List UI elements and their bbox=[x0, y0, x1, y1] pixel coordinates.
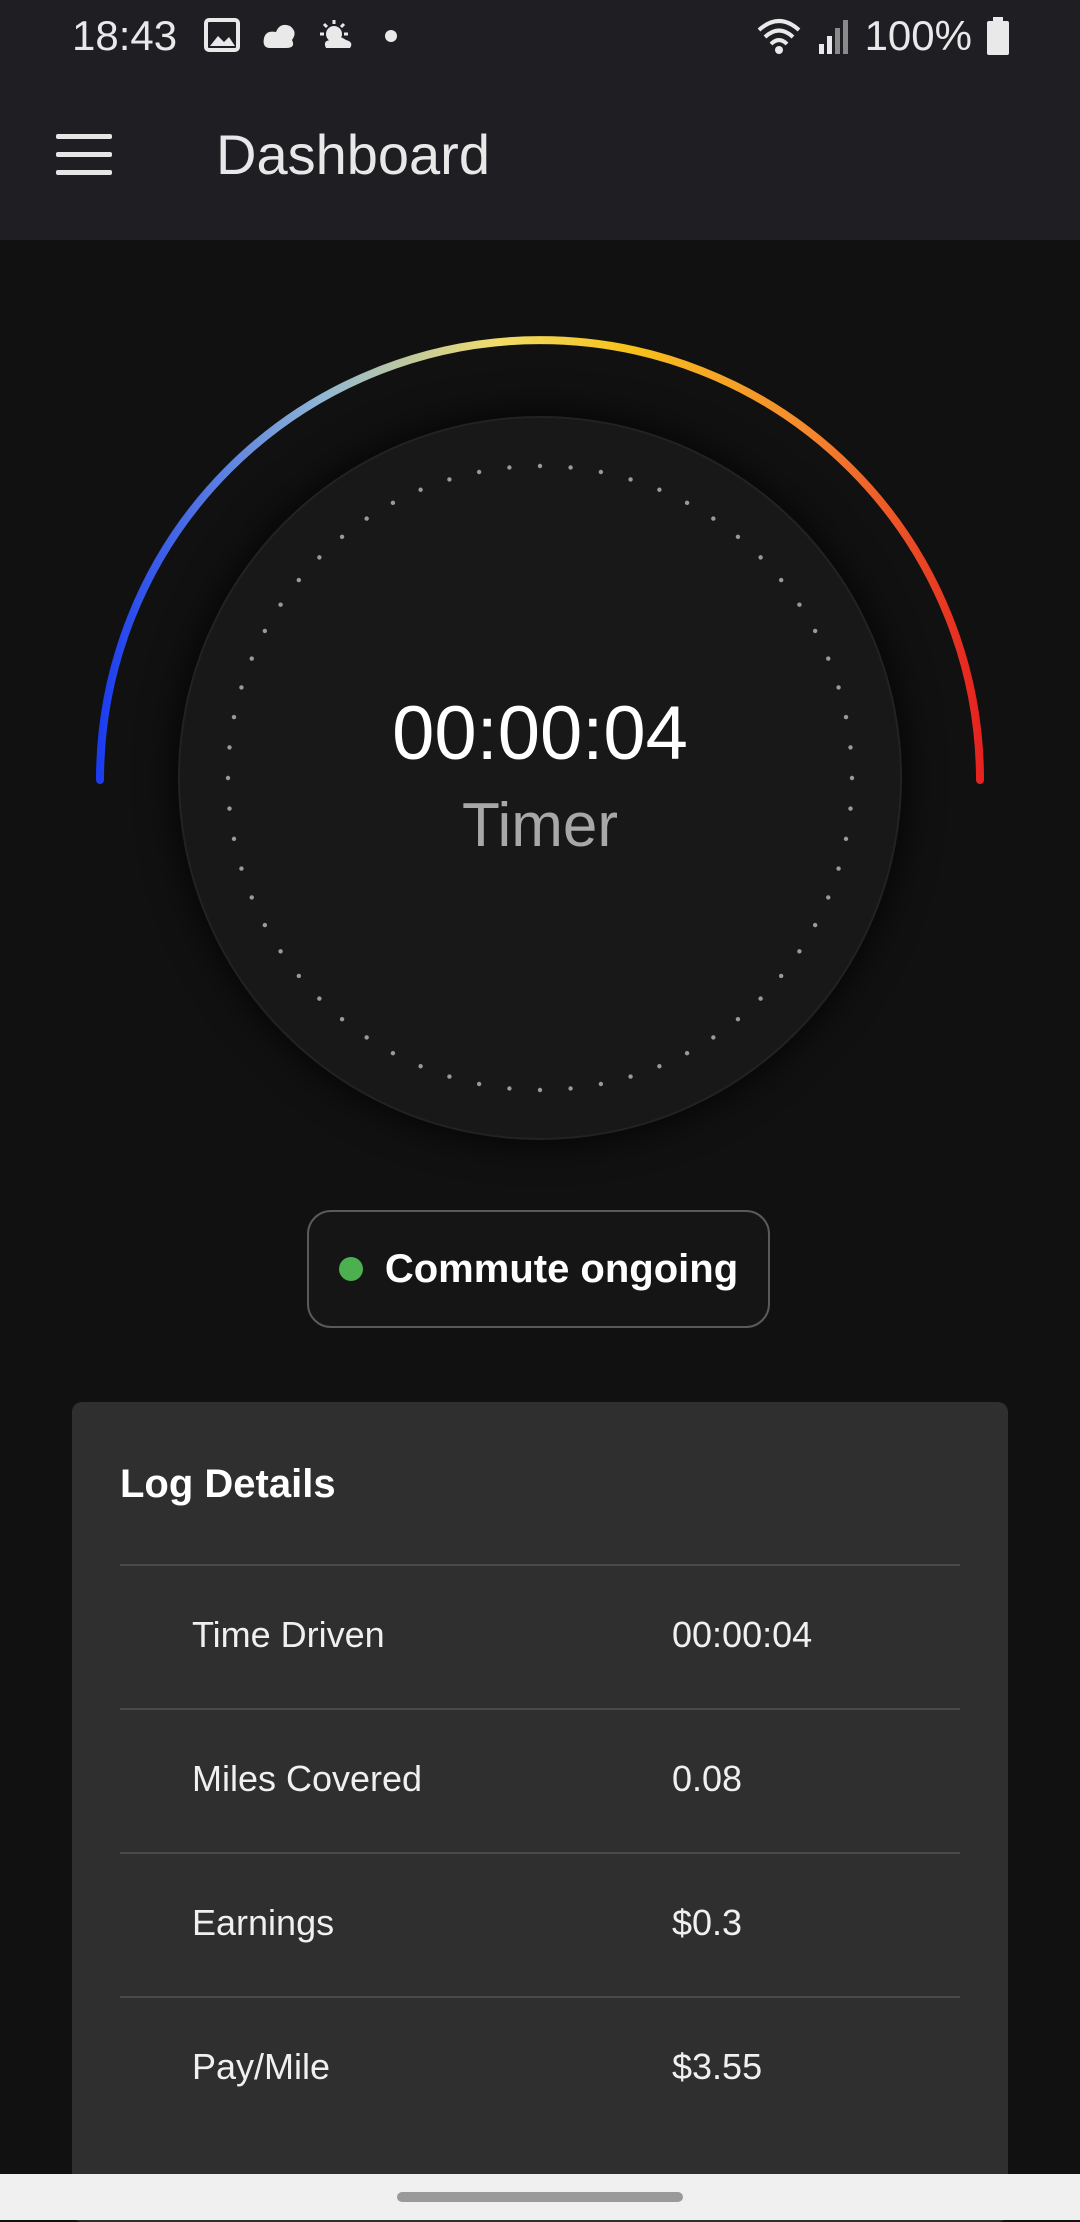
timer-value: 00:00:04 bbox=[392, 691, 688, 776]
log-row-value: $0.3 bbox=[672, 1902, 743, 1943]
dial-tick bbox=[836, 685, 841, 690]
cloud-icon bbox=[263, 24, 295, 48]
dial-ticks bbox=[225, 463, 855, 1093]
dial-tick bbox=[339, 1016, 345, 1022]
log-row-earnings: Earnings $0.3 bbox=[120, 1852, 960, 1998]
dial-tick bbox=[418, 1064, 423, 1069]
status-bar: 18:43 100% bbox=[0, 0, 1080, 72]
status-dot-icon bbox=[338, 1257, 363, 1281]
dial-tick bbox=[836, 866, 841, 871]
battery-percent: 100% bbox=[864, 12, 972, 59]
dial-tick bbox=[598, 469, 604, 475]
dial-tick bbox=[657, 487, 662, 492]
dial-tick bbox=[278, 949, 283, 954]
dial-tick bbox=[778, 577, 784, 583]
dial-tick bbox=[249, 895, 254, 900]
system-nav-bar bbox=[0, 2174, 1080, 2220]
commute-status-text: Commute ongoing bbox=[384, 1246, 739, 1291]
dial-tick bbox=[778, 973, 784, 979]
dial-tick bbox=[711, 516, 716, 521]
dot-icon bbox=[385, 30, 397, 42]
weather-icon bbox=[320, 20, 352, 48]
dial-tick bbox=[239, 685, 244, 690]
dial-tick bbox=[812, 628, 818, 634]
log-details-card: Log Details Time Driven 00:00:04 Miles C… bbox=[72, 1402, 1008, 2222]
dial-tick bbox=[296, 973, 302, 979]
log-row-time-driven: Time Driven 00:00:04 bbox=[120, 1564, 960, 1710]
log-row-pay-per-mile: Pay/Mile $3.55 bbox=[120, 1996, 960, 2142]
dial-tick bbox=[418, 487, 423, 492]
dial-tick bbox=[476, 1081, 482, 1087]
dial-tick bbox=[390, 1050, 396, 1056]
dial-tick bbox=[537, 1087, 543, 1093]
dial-tick bbox=[447, 1074, 452, 1079]
signal-icon bbox=[818, 20, 848, 54]
dial-tick bbox=[826, 895, 831, 900]
hamburger-menu-icon[interactable] bbox=[56, 134, 112, 176]
dial-tick bbox=[317, 996, 322, 1001]
log-row-miles-covered: Miles Covered 0.08 bbox=[120, 1708, 960, 1854]
battery-icon bbox=[987, 17, 1009, 55]
dial-tick bbox=[826, 656, 831, 661]
log-row-value: 00:00:04 bbox=[672, 1614, 813, 1655]
dial-tick bbox=[507, 465, 512, 470]
dial-tick bbox=[507, 1086, 512, 1091]
dial-tick bbox=[758, 996, 763, 1001]
image-icon bbox=[204, 18, 240, 52]
dial-tick bbox=[735, 534, 741, 540]
dial-tick bbox=[812, 922, 818, 928]
dial-tick bbox=[758, 555, 763, 560]
timer-label: Timer bbox=[461, 791, 619, 860]
dial-tick bbox=[447, 477, 452, 482]
dial-tick bbox=[797, 949, 802, 954]
dial-tick bbox=[339, 534, 345, 540]
dial-tick bbox=[364, 516, 369, 521]
dial-tick bbox=[249, 656, 254, 661]
log-row-value: $3.55 bbox=[672, 2046, 763, 2087]
dial-tick bbox=[684, 500, 690, 506]
dial-tick bbox=[568, 1086, 573, 1091]
dial-tick bbox=[390, 500, 396, 506]
dial-tick bbox=[239, 866, 244, 871]
dial-tick bbox=[537, 463, 543, 469]
wifi-icon bbox=[757, 19, 800, 54]
dial-tick bbox=[317, 555, 322, 560]
status-time: 18:43 bbox=[72, 12, 178, 59]
log-row-value: 0.08 bbox=[672, 1758, 743, 1799]
dial-tick bbox=[278, 602, 283, 607]
dial-tick bbox=[364, 1035, 369, 1040]
dial-tick bbox=[684, 1050, 690, 1056]
log-details-title: Log Details bbox=[120, 1462, 336, 1506]
dial-tick bbox=[711, 1035, 716, 1040]
log-row-label: Time Driven bbox=[192, 1614, 385, 1655]
timer-dial bbox=[178, 416, 902, 1140]
dial-tick bbox=[476, 469, 482, 475]
dial-tick bbox=[628, 477, 633, 482]
dial-tick bbox=[262, 628, 268, 634]
log-row-label: Pay/Mile bbox=[192, 2046, 331, 2087]
dial-tick bbox=[628, 1074, 633, 1079]
dial-tick bbox=[735, 1016, 741, 1022]
app-bar: Dashboard bbox=[0, 72, 1080, 240]
dial-tick bbox=[262, 922, 268, 928]
log-row-label: Miles Covered bbox=[192, 1758, 423, 1799]
dial-tick bbox=[598, 1081, 604, 1087]
page-title: Dashboard bbox=[216, 123, 490, 186]
dial-tick bbox=[797, 602, 802, 607]
log-row-label: Earnings bbox=[192, 1902, 335, 1943]
dial-tick bbox=[568, 465, 573, 470]
commute-status-chip[interactable]: Commute ongoing bbox=[307, 1210, 770, 1328]
home-gesture-handle[interactable] bbox=[397, 2192, 683, 2202]
dial-tick bbox=[657, 1064, 662, 1069]
dial-tick bbox=[296, 577, 302, 583]
